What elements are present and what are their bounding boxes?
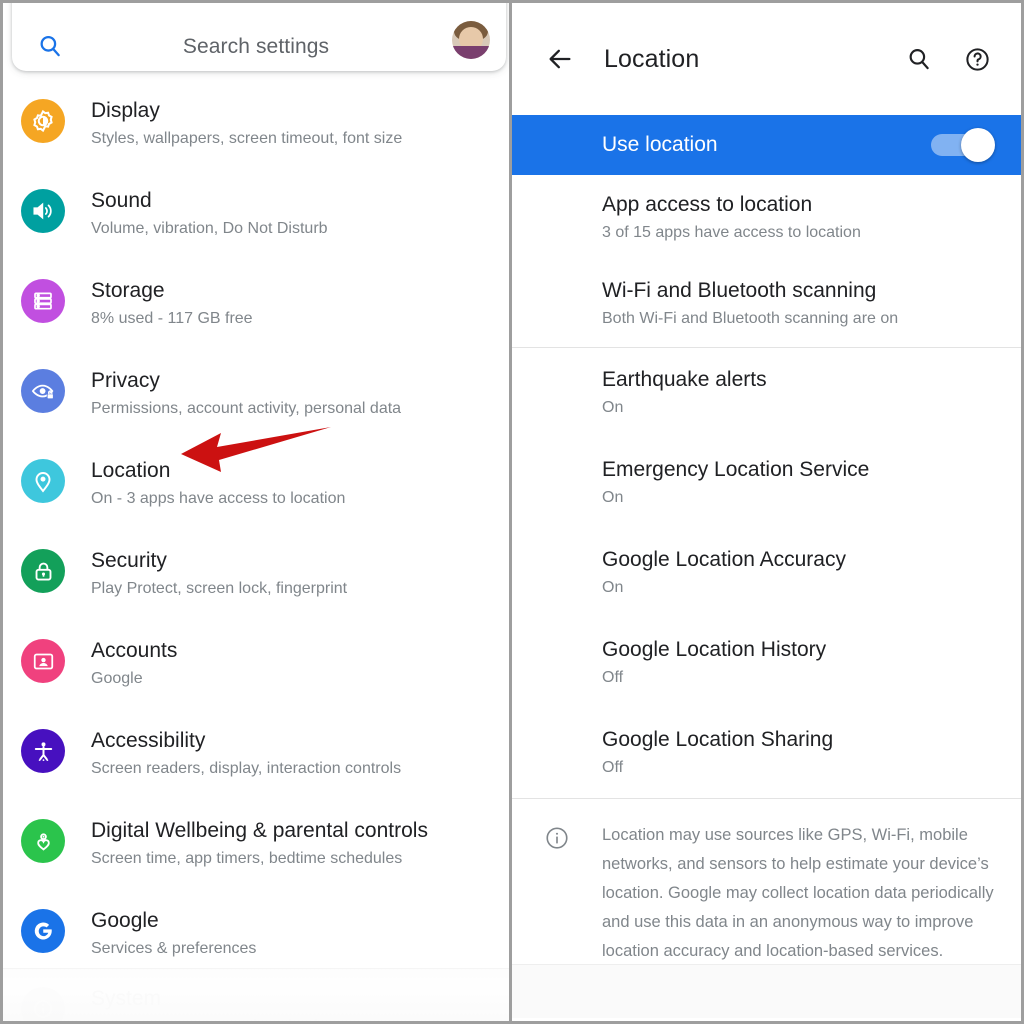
settings-item-title: Privacy bbox=[91, 369, 160, 392]
storage-icon bbox=[21, 279, 65, 323]
settings-item-title: System bbox=[91, 987, 162, 1010]
back-arrow-icon[interactable] bbox=[538, 37, 582, 81]
location-item-app-access[interactable]: App access to location 3 of 15 apps have… bbox=[512, 175, 1021, 261]
location-settings-list: App access to location 3 of 15 apps have… bbox=[512, 175, 1021, 992]
location-item-title: Earthquake alerts bbox=[602, 368, 767, 391]
settings-item-sound[interactable]: Sound Volume, vibration, Do Not Disturb bbox=[3, 171, 509, 261]
location-item-subtitle: On bbox=[602, 399, 624, 416]
settings-item-subtitle: On - 3 apps have access to location bbox=[91, 490, 346, 507]
settings-item-subtitle: Screen readers, display, interaction con… bbox=[91, 760, 402, 777]
help-circle-icon[interactable] bbox=[955, 37, 999, 81]
settings-item-subtitle: Volume, vibration, Do Not Disturb bbox=[91, 220, 328, 237]
location-item-title: Google Location Accuracy bbox=[602, 548, 846, 571]
use-location-label: Use location bbox=[602, 133, 718, 156]
location-item-google-location-history[interactable]: Google Location History Off bbox=[512, 618, 1021, 708]
avatar[interactable] bbox=[452, 21, 490, 59]
settings-item-subtitle: Play Protect, screen lock, fingerprint bbox=[91, 580, 348, 597]
use-location-row[interactable]: Use location bbox=[512, 115, 1021, 175]
page-title: Location bbox=[604, 44, 700, 73]
eye-lock-icon bbox=[21, 369, 65, 413]
location-item-title: Google Location Sharing bbox=[602, 728, 834, 751]
location-item-subtitle: On bbox=[602, 579, 624, 596]
settings-item-title: Digital Wellbeing & parental controls bbox=[91, 819, 428, 842]
settings-list: Display Styles, wallpapers, screen timeo… bbox=[3, 81, 509, 981]
settings-item-title: Security bbox=[91, 549, 167, 572]
use-location-toggle[interactable] bbox=[931, 128, 995, 162]
wellbeing-heart-icon bbox=[21, 819, 65, 863]
location-item-title: App access to location bbox=[602, 193, 813, 216]
location-item-subtitle: Both Wi-Fi and Bluetooth scanning are on bbox=[602, 310, 899, 327]
settings-item-storage[interactable]: Storage 8% used - 117 GB free bbox=[3, 261, 509, 351]
settings-panel: Search settings Display Styles, wallpape… bbox=[0, 3, 512, 1021]
brightness-icon bbox=[21, 99, 65, 143]
bottom-strip bbox=[512, 964, 1021, 1018]
settings-item-accounts[interactable]: Accounts Google bbox=[3, 621, 509, 711]
search-input[interactable]: Search settings bbox=[72, 35, 452, 59]
settings-item-privacy[interactable]: Privacy Permissions, account activity, p… bbox=[3, 351, 509, 441]
settings-item-subtitle: Services & preferences bbox=[91, 940, 257, 957]
location-item-title: Google Location History bbox=[602, 638, 827, 661]
location-header: Location bbox=[512, 3, 1021, 115]
info-circle-icon bbox=[512, 821, 602, 851]
settings-item-title: Location bbox=[91, 459, 171, 482]
map-pin-icon bbox=[21, 459, 65, 503]
settings-item-subtitle: Google bbox=[91, 670, 143, 687]
accessibility-icon bbox=[21, 729, 65, 773]
settings-item-accessibility[interactable]: Accessibility Screen readers, display, i… bbox=[3, 711, 509, 801]
settings-item-subtitle: Screen time, app timers, bedtime schedul… bbox=[91, 850, 403, 867]
settings-item-subtitle: Styles, wallpapers, screen timeout, font… bbox=[91, 130, 403, 147]
settings-item-digital-wellbeing[interactable]: Digital Wellbeing & parental controls Sc… bbox=[3, 801, 509, 891]
settings-item-system-faded[interactable]: System Languages, gestures, time, backup bbox=[3, 968, 509, 1021]
location-footnote-text: Location may use sources like GPS, Wi-Fi… bbox=[602, 826, 994, 960]
location-item-subtitle: Off bbox=[602, 669, 624, 686]
settings-item-title: Google bbox=[91, 909, 159, 932]
google-g-icon bbox=[21, 909, 65, 953]
location-item-subtitle: On bbox=[602, 489, 624, 506]
location-item-subtitle: Off bbox=[602, 759, 624, 776]
settings-item-security[interactable]: Security Play Protect, screen lock, fing… bbox=[3, 531, 509, 621]
settings-item-subtitle: 8% used - 117 GB free bbox=[91, 310, 253, 327]
search-settings-bar[interactable]: Search settings bbox=[12, 3, 506, 71]
settings-item-subtitle: Permissions, account activity, personal … bbox=[91, 400, 402, 417]
settings-item-title: Accounts bbox=[91, 639, 178, 662]
screenshot-canvas: Search settings Display Styles, wallpape… bbox=[0, 0, 1024, 1024]
account-icon bbox=[21, 639, 65, 683]
settings-item-title: Storage bbox=[91, 279, 165, 302]
location-item-google-location-accuracy[interactable]: Google Location Accuracy On bbox=[512, 528, 1021, 618]
lock-icon bbox=[21, 549, 65, 593]
location-item-title: Wi-Fi and Bluetooth scanning bbox=[602, 279, 877, 302]
location-item-subtitle: 3 of 15 apps have access to location bbox=[602, 224, 861, 241]
location-item-title: Emergency Location Service bbox=[602, 458, 870, 481]
location-item-google-location-sharing[interactable]: Google Location Sharing Off bbox=[512, 708, 1021, 798]
settings-item-title: Sound bbox=[91, 189, 152, 212]
settings-item-title: Accessibility bbox=[91, 729, 206, 752]
settings-item-title: Display bbox=[91, 99, 160, 122]
settings-item-display[interactable]: Display Styles, wallpapers, screen timeo… bbox=[3, 81, 509, 171]
info-circle-icon bbox=[21, 987, 65, 1021]
search-icon[interactable] bbox=[897, 37, 941, 81]
location-item-earthquake-alerts[interactable]: Earthquake alerts On bbox=[512, 348, 1021, 438]
search-icon[interactable] bbox=[28, 33, 72, 59]
settings-item-location[interactable]: Location On - 3 apps have access to loca… bbox=[3, 441, 509, 531]
location-item-wifi-bluetooth-scanning[interactable]: Wi-Fi and Bluetooth scanning Both Wi-Fi … bbox=[512, 261, 1021, 347]
location-panel: Location Use location App access to loca… bbox=[512, 3, 1024, 1021]
settings-item-subtitle: Languages, gestures, time, backup bbox=[91, 1015, 340, 1021]
location-item-emergency-location-service[interactable]: Emergency Location Service On bbox=[512, 438, 1021, 528]
volume-icon bbox=[21, 189, 65, 233]
